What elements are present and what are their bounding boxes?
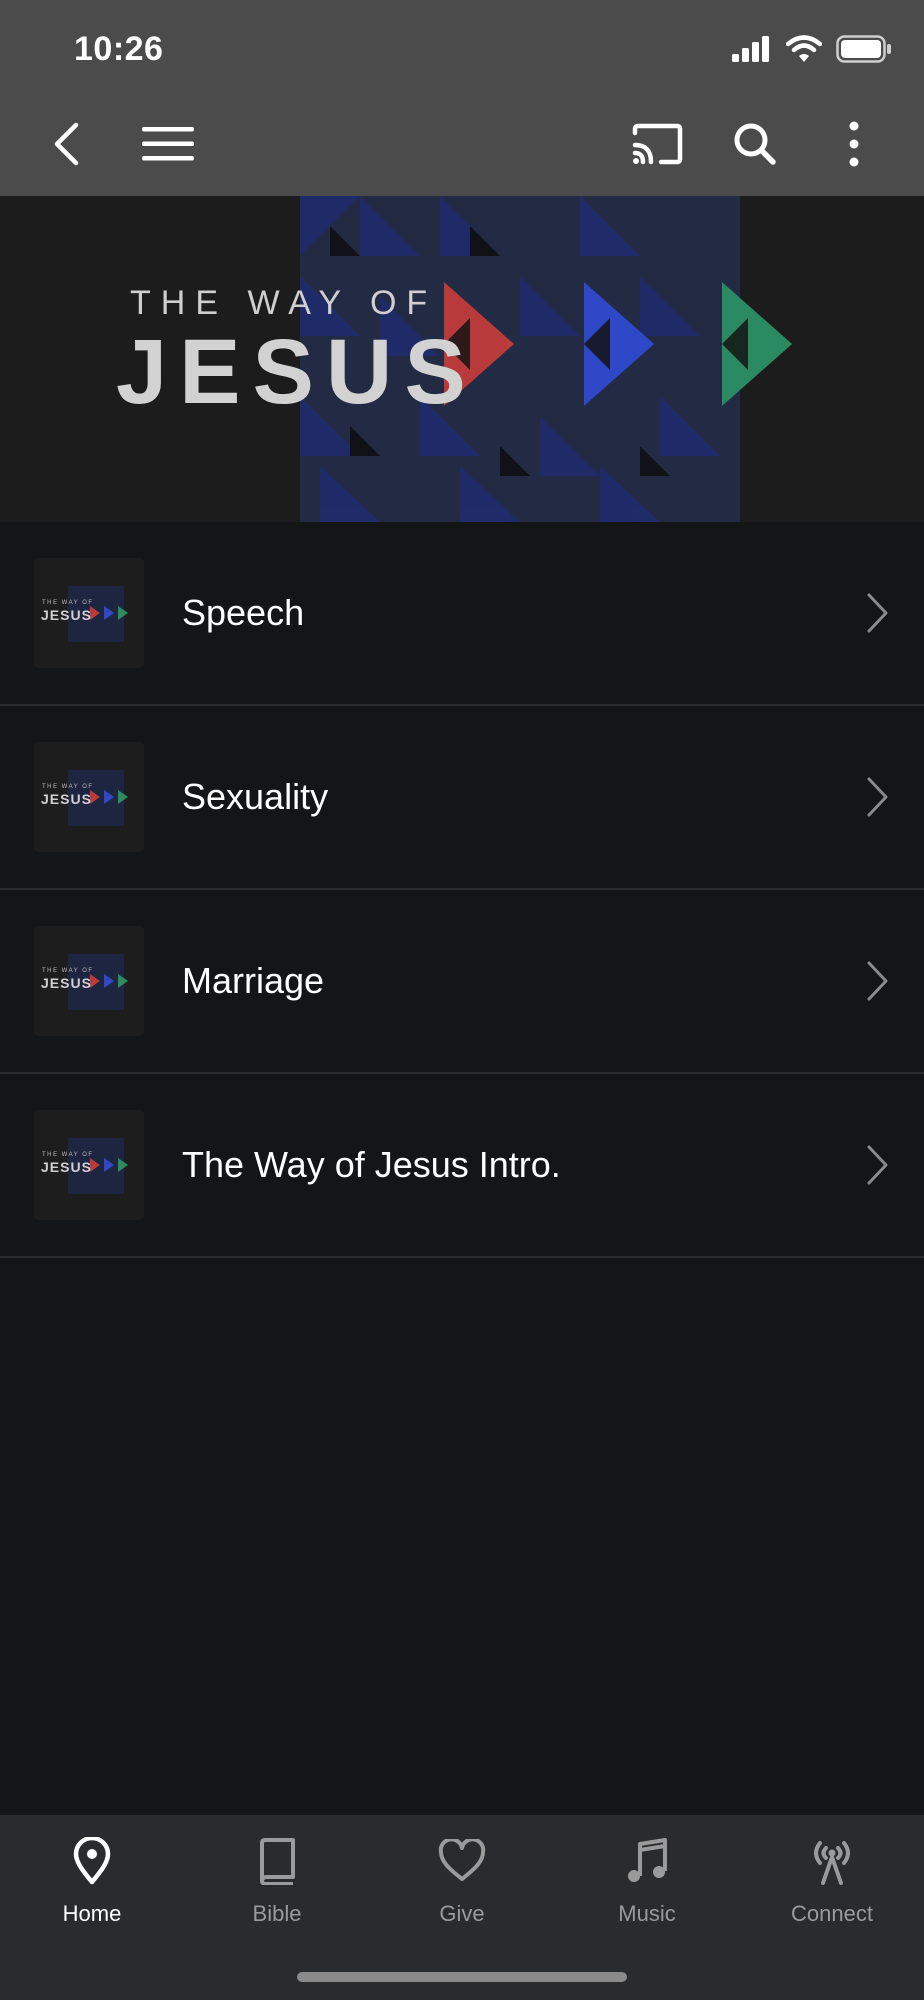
more-options-button[interactable] [842,116,866,172]
chevron-left-icon [54,122,79,166]
chevron-right-icon [867,593,888,633]
tab-label: Music [618,1901,676,1926]
list-item-label: The Way of Jesus Intro. [182,1144,561,1185]
thumbnail-kicker: THE WAY OF [42,968,94,974]
home-indicator [297,1972,627,1982]
thumbnail: THE WAY OF JESUS [34,926,144,1036]
sermon-list: THE WAY OF JESUS Speech THE WAY OF JESUS… [0,522,924,1258]
hamburger-menu-icon [142,127,194,161]
top-bar: 10:26 [0,0,924,196]
music-note-icon [628,1838,667,1882]
hero-title: JESUS [116,321,478,423]
thumbnail: THE WAY OF JESUS [34,1110,144,1220]
list-item-label: Speech [182,592,305,633]
list-item[interactable]: THE WAY OF JESUS Marriage [0,890,924,1074]
list-item[interactable]: THE WAY OF JESUS The Way of Jesus Intro. [0,1074,924,1258]
menu-button[interactable] [142,116,194,172]
cast-button[interactable] [630,116,684,172]
thumbnail-title: JESUS [41,607,92,623]
status-icons [732,34,892,68]
map-pin-icon [73,1837,111,1885]
tab-connect[interactable]: Connect [740,1831,924,1941]
thumbnail-kicker: THE WAY OF [42,600,94,606]
cast-icon [632,123,683,165]
tab-home[interactable]: Home [0,1831,184,1941]
tab-label: Give [439,1901,485,1926]
chevron-right-icon [867,1145,888,1185]
chevron-right-icon [867,777,888,817]
hero-kicker: THE WAY OF [130,284,438,322]
thumbnail-title: JESUS [41,1159,92,1175]
list-item[interactable]: THE WAY OF JESUS Sexuality [0,706,924,890]
thumbnail-title: JESUS [41,791,92,807]
wifi-icon [785,34,823,68]
tab-give[interactable]: Give [370,1831,554,1941]
search-icon [734,123,776,165]
tab-label: Connect [791,1901,873,1926]
book-icon [260,1838,295,1885]
battery-icon [836,34,892,68]
list-item[interactable]: THE WAY OF JESUS Speech [0,522,924,706]
thumbnail-kicker: THE WAY OF [42,1152,94,1158]
back-button[interactable] [46,116,86,172]
signal-icon [732,35,772,67]
more-vertical-icon [849,121,859,167]
broadcast-tower-icon [814,1841,850,1885]
tab-music[interactable]: Music [555,1831,739,1941]
thumbnail: THE WAY OF JESUS [34,558,144,668]
heart-icon [438,1839,486,1881]
thumbnail-title: JESUS [41,975,92,991]
tab-label: Bible [252,1901,302,1926]
search-button[interactable] [732,116,778,172]
series-hero-banner: THE WAY OF JESUS [0,196,924,522]
chevron-right-icon [867,961,888,1001]
tab-bible[interactable]: Bible [185,1831,369,1941]
thumbnail: THE WAY OF JESUS [34,742,144,852]
thumbnail-kicker: THE WAY OF [42,784,94,790]
tab-label: Home [62,1901,122,1926]
status-time: 10:26 [74,30,164,68]
list-item-label: Sexuality [182,776,329,817]
list-item-label: Marriage [182,960,325,1001]
